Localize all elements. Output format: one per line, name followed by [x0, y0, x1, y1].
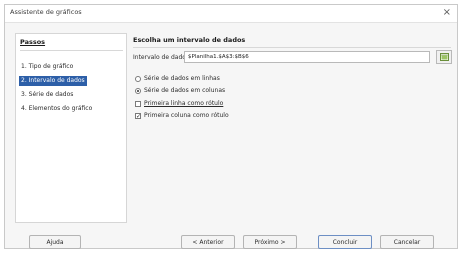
range-select-icon [439, 53, 449, 61]
columns-radio[interactable] [135, 87, 141, 94]
help-button[interactable]: Ajuda [29, 235, 81, 249]
steps-heading: Passos [20, 38, 46, 46]
finish-button[interactable]: Concluir [318, 235, 372, 249]
columns-radio-option[interactable]: Série de dados em colunas [135, 86, 225, 95]
section-divider [133, 47, 451, 48]
data-range-panel: Escolha um intervalo de dados Intervalo … [131, 33, 455, 223]
section-title: Escolha um intervalo de dados [133, 36, 246, 44]
step-data-series[interactable]: 3. Série de dados [19, 90, 75, 100]
chart-wizard-dialog: Assistente de gráficos × Passos 1. Tipo … [4, 4, 458, 249]
data-range-input[interactable] [184, 51, 430, 63]
step-chart-elements[interactable]: 4. Elementos do gráfico [19, 104, 94, 114]
cancel-button[interactable]: Cancelar [380, 235, 434, 249]
title-bar: Assistente de gráficos × [5, 5, 457, 23]
next-button[interactable]: Próximo > [243, 235, 297, 249]
step-data-range[interactable]: 2. Intervalo de dados [19, 76, 87, 86]
steps-divider [20, 50, 123, 51]
back-button[interactable]: < Anterior [181, 235, 235, 249]
steps-panel: Passos 1. Tipo de gráfico 2. Intervalo d… [15, 33, 127, 223]
range-select-button[interactable] [436, 50, 452, 64]
first-row-label-option[interactable]: Primeira linha como rótulo [135, 99, 223, 108]
rows-radio-label: Série de dados em linhas [144, 75, 220, 82]
rows-radio[interactable] [135, 75, 141, 82]
first-row-checkbox[interactable] [135, 100, 141, 107]
rows-radio-option[interactable]: Série de dados em linhas [135, 74, 220, 83]
first-row-label: Primeira linha como rótulo [144, 100, 224, 107]
first-column-label: Primeira coluna como rótulo [144, 112, 229, 119]
first-column-label-option[interactable]: ✓ Primeira coluna como rótulo [135, 111, 229, 120]
step-chart-type[interactable]: 1. Tipo de gráfico [19, 62, 75, 72]
first-column-checkbox[interactable]: ✓ [135, 112, 141, 119]
close-icon[interactable]: × [443, 6, 451, 20]
window-title: Assistente de gráficos [10, 8, 82, 16]
data-range-label: Intervalo de dados: [133, 54, 192, 61]
columns-radio-label: Série de dados em colunas [144, 87, 226, 94]
